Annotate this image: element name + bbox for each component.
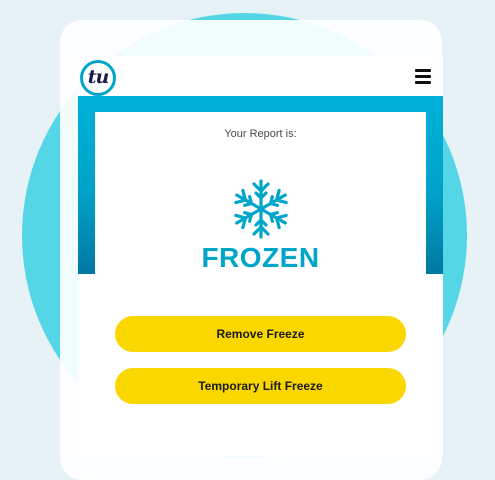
hamburger-menu-icon[interactable] bbox=[415, 69, 431, 84]
transunion-logo[interactable]: tu bbox=[80, 60, 116, 96]
app-header: tu bbox=[78, 56, 443, 96]
phone-screen: tu Your Report is: FROZEN Remove Freeze … bbox=[78, 56, 443, 456]
freeze-status: FROZEN bbox=[201, 242, 320, 273]
remove-freeze-button[interactable]: Remove Freeze bbox=[115, 316, 406, 352]
snowflake-icon bbox=[231, 179, 291, 239]
temporary-lift-freeze-button[interactable]: Temporary Lift Freeze bbox=[115, 368, 406, 404]
report-label: Your Report is: bbox=[224, 128, 297, 140]
